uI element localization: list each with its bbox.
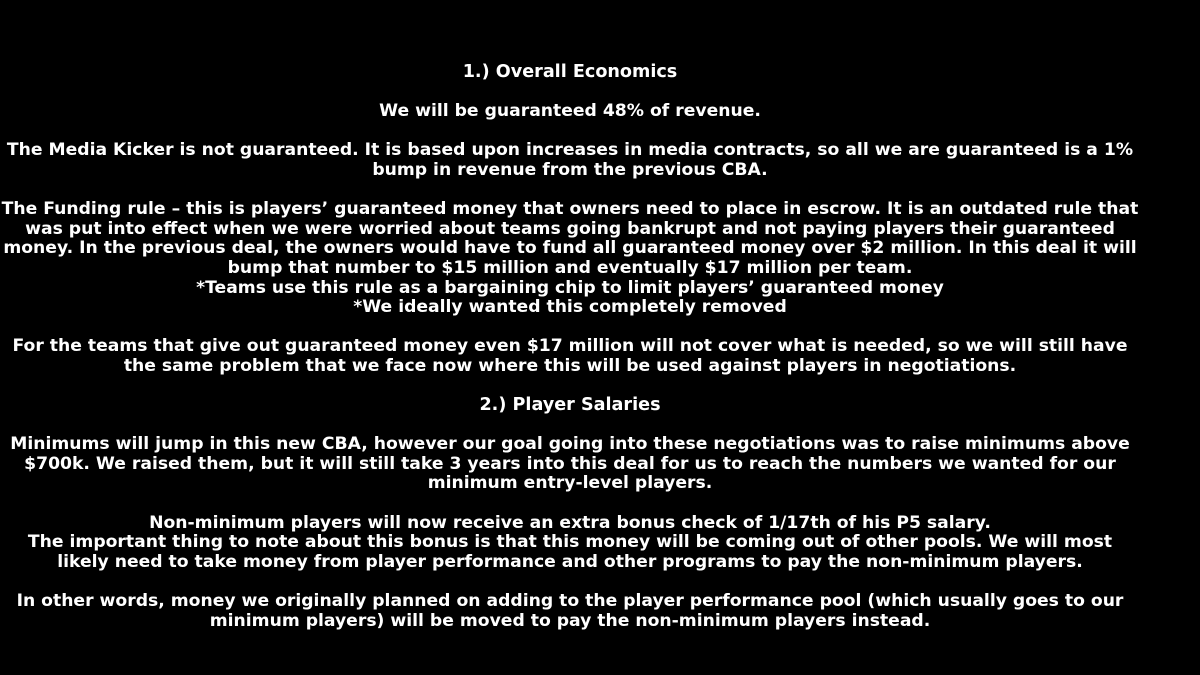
minimums-paragraph: Minimums will jump in this new CBA, howe… xyxy=(10,434,1130,494)
section-heading-overall-economics: 1.) Overall Economics xyxy=(462,62,678,82)
document-body: 1.) Overall Economics We will be guarant… xyxy=(0,62,1140,631)
media-kicker-paragraph: The Media Kicker is not guaranteed. It i… xyxy=(6,140,1134,180)
bonus-note-paragraph: The important thing to note about this b… xyxy=(27,532,1113,572)
guaranteed-money-paragraph: For the teams that give out guaranteed m… xyxy=(12,336,1128,376)
funding-rule-note-2: *We ideally wanted this completely remov… xyxy=(353,297,787,318)
funding-rule-note-1: *Teams use this rule as a bargaining chi… xyxy=(196,277,944,298)
revenue-guarantee-paragraph: We will be guaranteed 48% of revenue. xyxy=(379,101,761,122)
section-heading-player-salaries: 2.) Player Salaries xyxy=(479,395,661,416)
bonus-check-paragraph: Non-minimum players will now receive an … xyxy=(149,512,991,533)
funding-rule-paragraph: The Funding rule – this is players’ guar… xyxy=(1,199,1139,278)
other-words-paragraph: In other words, money we originally plan… xyxy=(16,591,1124,631)
